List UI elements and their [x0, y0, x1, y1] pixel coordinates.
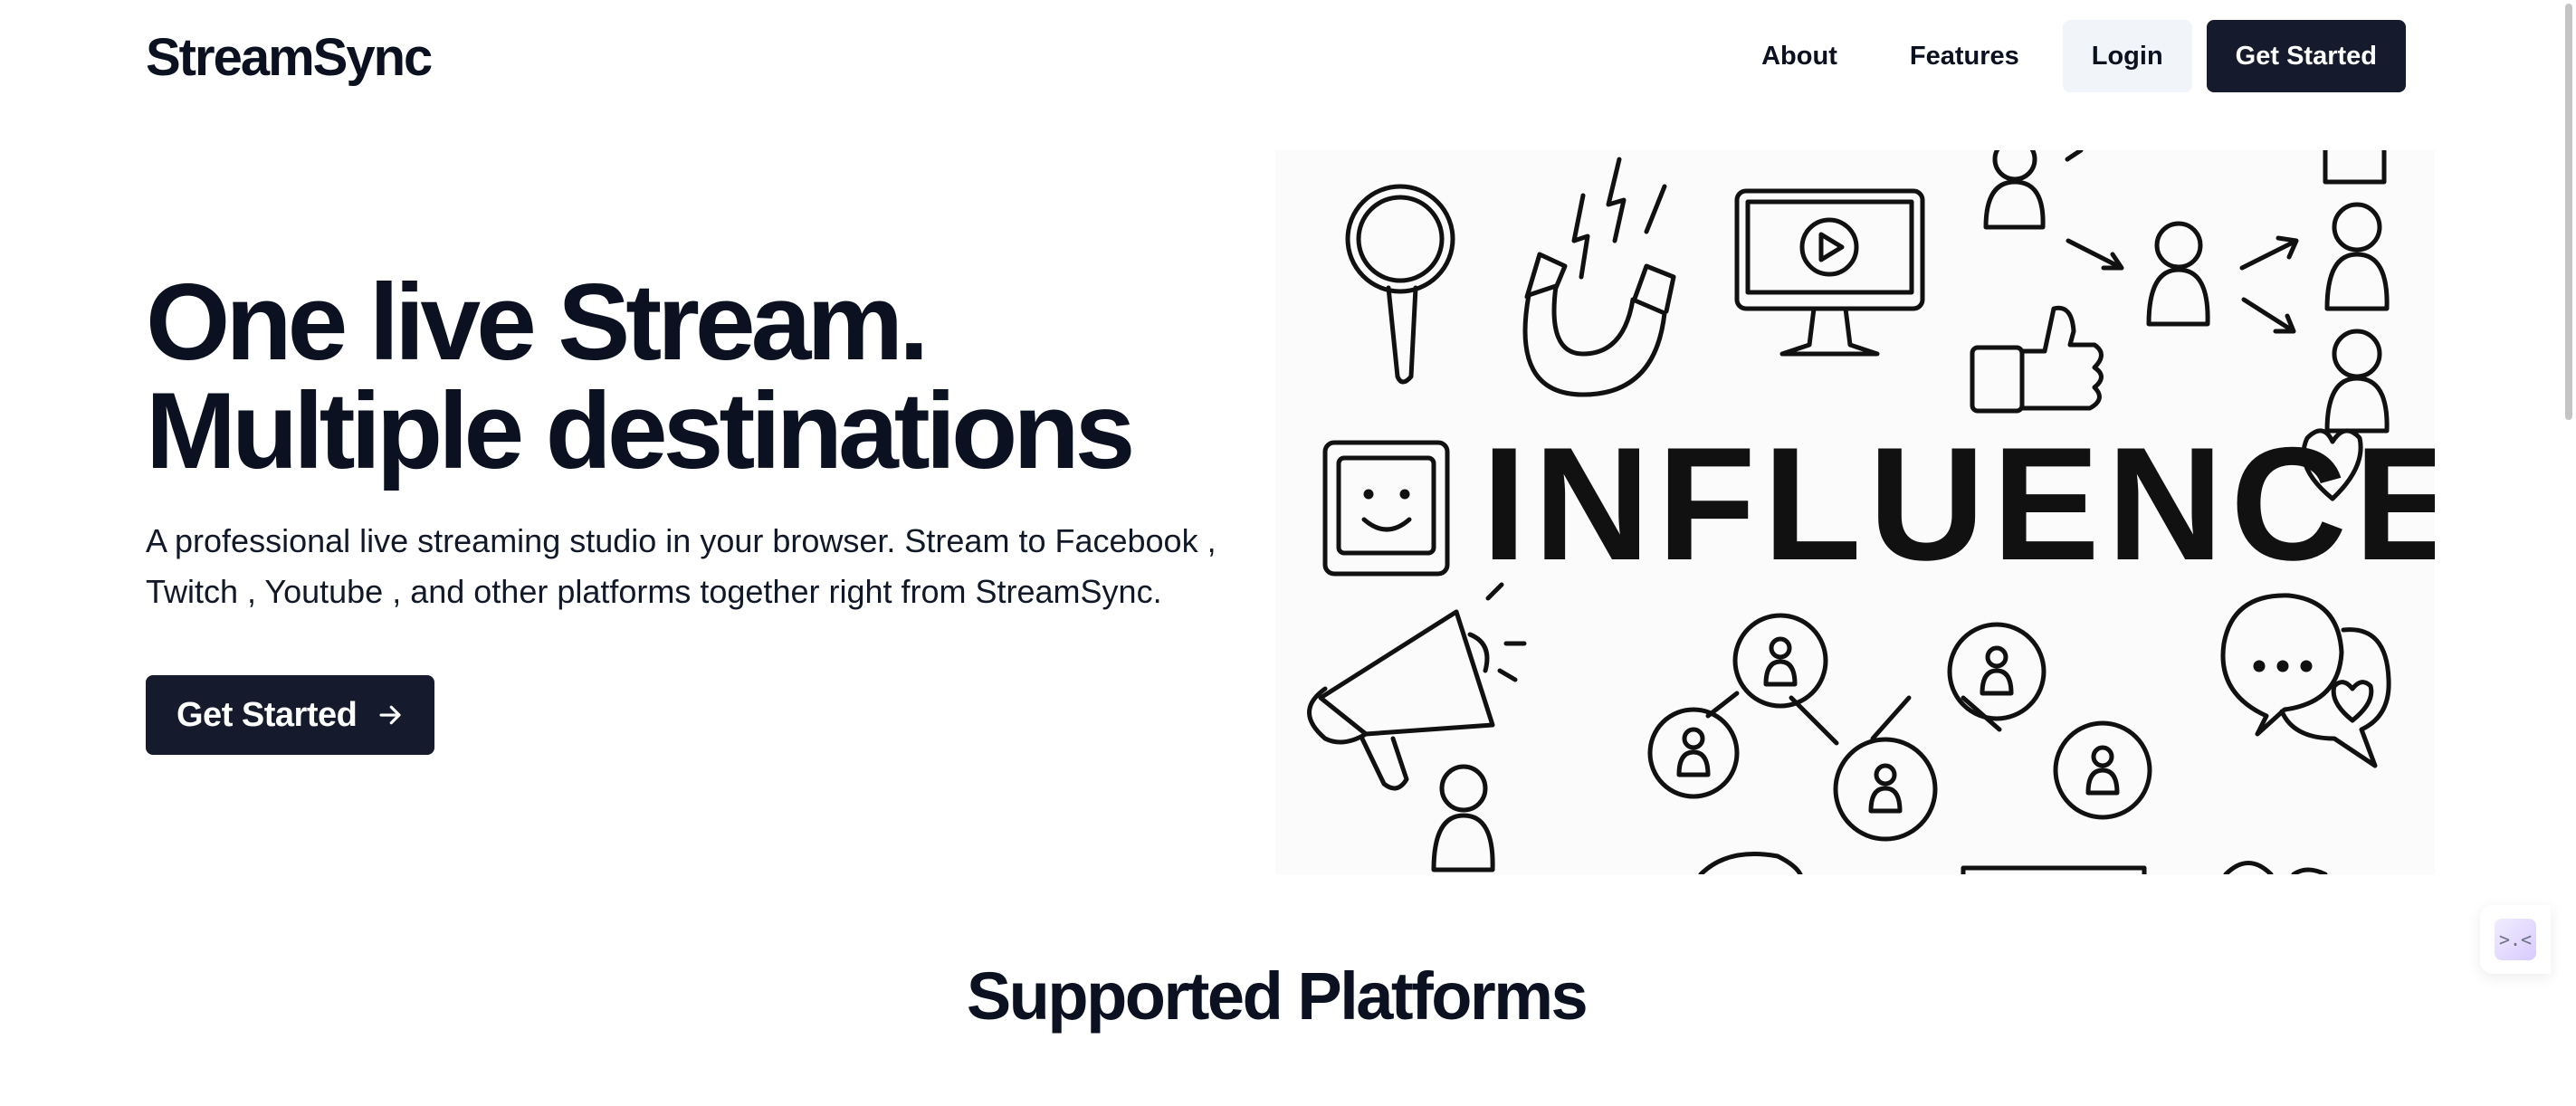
- get-started-nav-button[interactable]: Get Started: [2206, 20, 2406, 92]
- get-started-hero-label: Get Started: [177, 695, 358, 734]
- nav-link-features[interactable]: Features: [1874, 20, 2056, 92]
- main-nav: About Features Login Get Started: [1725, 20, 2406, 92]
- hero-description: A professional live streaming studio in …: [146, 522, 1216, 610]
- chat-widget-icon: >.<: [2495, 919, 2536, 960]
- svg-text:INFLUENCER: INFLUENCER: [1482, 414, 2435, 594]
- logo[interactable]: StreamSync: [146, 27, 433, 88]
- thumbs-up-icon: [1970, 305, 2104, 414]
- hero-title-line-1: One live Stream.: [146, 262, 929, 383]
- arrow-right-icon: [379, 705, 401, 725]
- monitor-icon: [1734, 188, 1925, 357]
- hero-title-line-2: Multiple destinations: [146, 370, 1135, 491]
- chat-bubbles-icon: [2220, 593, 2391, 874]
- network-graph-icon: [1431, 613, 2152, 874]
- get-started-hero-button[interactable]: Get Started: [146, 675, 435, 755]
- magnet-icon: [1522, 157, 1676, 397]
- page-scrollbar[interactable]: [2560, 0, 2576, 1106]
- people-network-icon: [1983, 150, 2390, 434]
- supported-platforms-title: Supported Platforms: [966, 958, 1589, 1034]
- magnifier-icon: [1345, 184, 1455, 385]
- smiley-tablet-icon: [1322, 440, 1450, 577]
- nav-link-about[interactable]: About: [1725, 20, 1874, 92]
- scrollbar-thumb[interactable]: [2565, 4, 2572, 420]
- hero-title: One live Stream. Multiple destinations: [146, 262, 1135, 491]
- megaphone-icon: [1307, 582, 1527, 791]
- influencer-illustration: INFLUENCER: [1275, 150, 2435, 874]
- login-button[interactable]: Login: [2062, 20, 2192, 92]
- chat-widget-button[interactable]: >.<: [2480, 905, 2551, 974]
